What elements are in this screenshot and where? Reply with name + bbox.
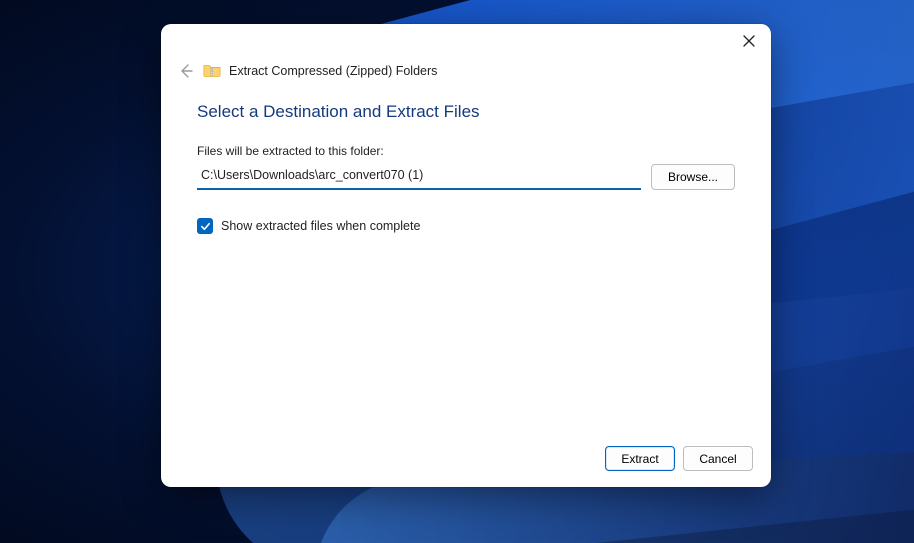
back-arrow-icon <box>178 63 194 79</box>
extract-dialog: Extract Compressed (Zipped) Folders Sele… <box>161 24 771 487</box>
close-button[interactable] <box>735 27 763 55</box>
destination-input[interactable] <box>197 164 641 190</box>
show-files-row: Show extracted files when complete <box>197 218 735 234</box>
show-files-checkbox[interactable] <box>197 218 213 234</box>
destination-label: Files will be extracted to this folder: <box>197 144 735 158</box>
back-button[interactable] <box>177 62 195 80</box>
browse-button[interactable]: Browse... <box>651 164 735 190</box>
close-icon <box>743 35 755 47</box>
main-heading: Select a Destination and Extract Files <box>197 102 735 122</box>
dialog-body: Select a Destination and Extract Files F… <box>161 90 771 436</box>
dialog-footer: Extract Cancel <box>161 436 771 487</box>
destination-row: Browse... <box>197 164 735 190</box>
zipped-folder-icon <box>203 62 221 80</box>
dialog-title: Extract Compressed (Zipped) Folders <box>229 64 437 78</box>
show-files-label: Show extracted files when complete <box>221 219 420 233</box>
extract-button[interactable]: Extract <box>605 446 675 471</box>
titlebar <box>161 24 771 58</box>
dialog-header: Extract Compressed (Zipped) Folders <box>161 58 771 90</box>
checkmark-icon <box>200 221 211 232</box>
cancel-button[interactable]: Cancel <box>683 446 753 471</box>
